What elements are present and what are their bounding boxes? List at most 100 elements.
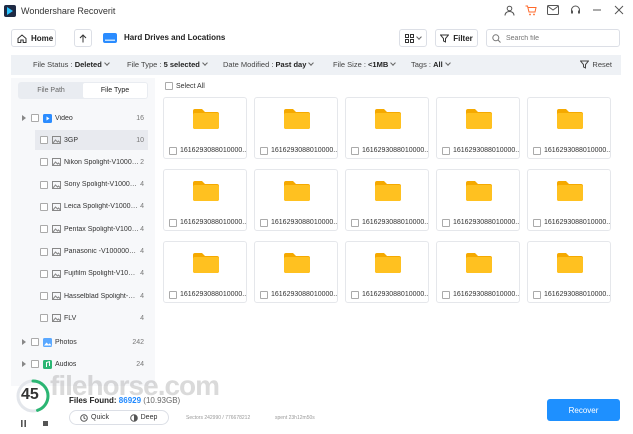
select-all[interactable]: Select All [165,82,205,90]
filter-button[interactable]: Filter [435,29,478,47]
file-checkbox[interactable] [169,291,177,299]
minimize-icon[interactable] [591,3,603,17]
checkbox[interactable] [40,314,48,323]
progress-percent: 45 [21,386,39,403]
file-checkbox[interactable] [533,147,541,155]
file-tile[interactable]: 1616293088010000... [527,169,611,231]
account-icon[interactable] [503,3,515,17]
checkbox[interactable] [31,360,39,368]
file-tile[interactable]: 1616293088010000... [163,169,247,231]
file-name: 1616293088010000... [271,147,337,154]
file-tile[interactable]: 1616293088010000... [254,169,338,231]
tree-subitem[interactable]: FLV 4 [11,308,155,328]
file-size-filter[interactable]: File Size : <1MB [333,60,397,69]
tab-file-type[interactable]: File Type [83,83,147,98]
file-checkbox[interactable] [442,147,450,155]
back-button[interactable] [74,29,92,47]
file-tile[interactable]: 1616293088010000... [436,241,520,303]
checkbox[interactable] [40,247,48,256]
checkbox[interactable] [40,269,48,278]
checkbox[interactable] [40,180,48,189]
file-size-label: File Size : [333,60,366,69]
tree-subitem[interactable]: 3GP 10 [35,130,148,150]
tree-item-label: Video [55,114,73,122]
file-checkbox[interactable] [533,219,541,227]
file-tile[interactable]: 1616293088010000... [436,169,520,231]
quick-scan-option[interactable]: Quick [70,411,119,424]
pause-icon[interactable] [21,420,26,427]
expand-arrow-icon[interactable] [22,361,26,367]
checkbox[interactable] [31,338,39,346]
file-tile[interactable]: 1616293088010000... [345,97,429,159]
file-status-filter[interactable]: File Status : Deleted [33,60,110,69]
tags-filter[interactable]: Tags : All [411,60,451,69]
file-checkbox[interactable] [169,147,177,155]
folder-icon [466,109,492,129]
file-checkbox[interactable] [351,219,359,227]
tree-item-video[interactable]: Video 16 [11,108,155,128]
tree-subitem[interactable]: Nikon Spolight-V100000... 2 [11,152,155,172]
search-box[interactable] [486,29,620,47]
tree-subitem[interactable]: Hasselblad Spolight-V1... 4 [11,286,155,306]
deep-scan-icon [129,413,138,422]
arrow-up-icon [79,33,87,42]
checkbox[interactable] [40,292,48,301]
tree-subitem[interactable]: Sony Spolight-V100000... 4 [11,175,155,195]
checkbox[interactable] [31,114,39,122]
file-checkbox[interactable] [169,219,177,227]
file-name: 1616293088010000... [271,291,337,298]
file-tile[interactable]: 1616293088010000... [254,241,338,303]
file-tile[interactable]: 1616293088010000... [163,97,247,159]
file-tile[interactable]: 1616293088010000... [345,241,429,303]
reset-button[interactable]: Reset [580,60,612,69]
file-tile[interactable]: 1616293088010000... [254,97,338,159]
file-tile[interactable]: 1616293088010000... [527,241,611,303]
file-checkbox[interactable] [351,291,359,299]
mail-icon[interactable] [547,3,559,17]
file-checkbox[interactable] [533,291,541,299]
file-checkbox[interactable] [260,219,268,227]
tab-file-path[interactable]: File Path [19,83,83,98]
file-name: 1616293088010000... [362,291,428,298]
recover-button[interactable]: Recover [547,399,620,421]
checkbox[interactable] [40,136,48,144]
file-size-value: <1MB [368,60,389,69]
file-checkbox[interactable] [260,291,268,299]
view-mode-button[interactable] [399,29,427,47]
file-tile[interactable]: 1616293088010000... [527,97,611,159]
tree-item-photos[interactable]: Photos 242 [11,332,155,352]
checkbox[interactable] [40,225,48,234]
file-tile[interactable]: 1616293088010000... [345,169,429,231]
file-checkbox[interactable] [442,219,450,227]
cart-icon[interactable] [525,3,537,17]
file-checkbox[interactable] [442,291,450,299]
close-icon[interactable] [613,3,625,17]
checkbox[interactable] [40,202,48,211]
tree-subitem-count: 4 [140,270,144,278]
file-tile[interactable]: 1616293088010000... [163,241,247,303]
select-all-checkbox[interactable] [165,82,173,90]
file-tile[interactable]: 1616293088010000... [436,97,520,159]
folder-icon [375,109,401,129]
tree-subitem[interactable]: Panasonic -V100000000... 4 [11,242,155,262]
expand-arrow-icon[interactable] [22,339,26,345]
expand-arrow-icon[interactable] [22,115,26,121]
date-modified-filter[interactable]: Date Modified : Past day [223,60,315,69]
tree-subitem[interactable]: Fujifilm Spolight-V1000... 4 [11,264,155,284]
file-checkbox[interactable] [351,147,359,155]
search-input[interactable] [506,34,606,42]
tree-subitem[interactable]: Pentax Spolight-V1000... 4 [11,219,155,239]
file-type-filter[interactable]: File Type : 5 selected [127,60,208,69]
home-button[interactable]: Home [11,29,56,47]
file-status-value: Deleted [74,60,102,69]
stop-icon[interactable] [43,420,48,427]
tags-label: Tags : [411,60,432,69]
file-checkbox[interactable] [260,147,268,155]
file-name: 1616293088010000... [453,291,519,298]
tree-subitem[interactable]: Leica Spolight-V100000... 4 [11,197,155,217]
support-icon[interactable] [569,3,581,17]
deep-label: Deep [140,414,158,421]
file-type-label: File Type : [127,60,162,69]
deep-scan-option[interactable]: Deep [119,411,168,424]
checkbox[interactable] [40,158,48,167]
